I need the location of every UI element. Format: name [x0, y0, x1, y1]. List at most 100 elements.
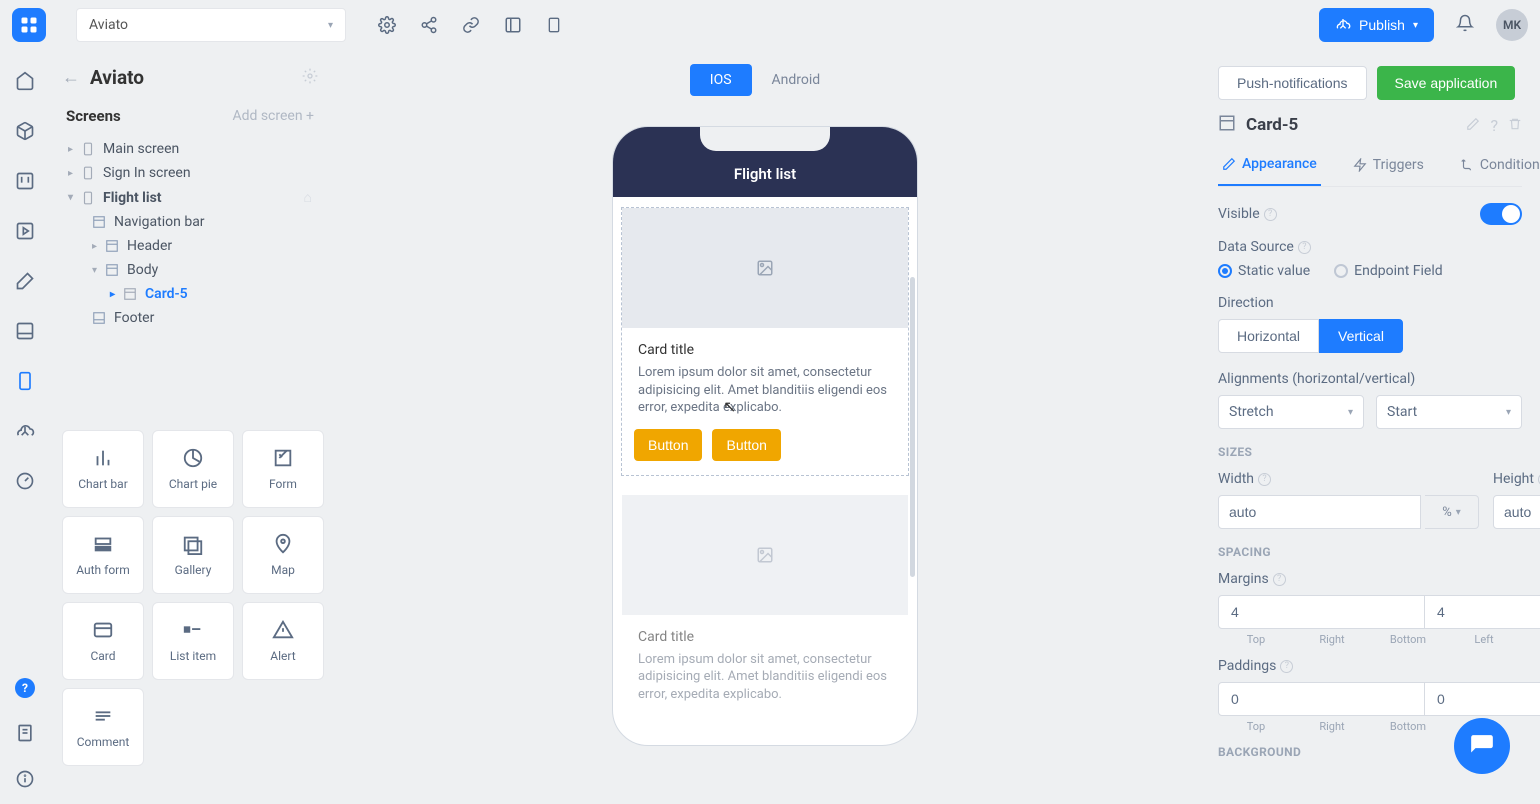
hint-icon[interactable]: ?: [1258, 473, 1271, 486]
alignment-horizontal-select[interactable]: Stretch▾: [1218, 395, 1364, 429]
project-title: Aviato: [90, 66, 144, 89]
home-icon[interactable]: [14, 70, 36, 92]
padding-top-input[interactable]: [1218, 682, 1425, 716]
padding-right-input[interactable]: [1425, 682, 1540, 716]
help-button[interactable]: ?: [15, 678, 35, 698]
scrollbar[interactable]: [910, 277, 915, 577]
docs-icon[interactable]: [14, 722, 36, 744]
chevron-down-icon: ▾: [328, 20, 333, 31]
palette-comment[interactable]: Comment: [62, 688, 144, 766]
cursor-icon: ↖: [723, 397, 736, 416]
chat-fab[interactable]: [1454, 718, 1510, 774]
palette-auth-form[interactable]: Auth form: [62, 516, 144, 594]
phone-preview: Flight list Card title Lorem ipsum dolor…: [612, 126, 918, 746]
tree-item-signin[interactable]: ▸Sign In screen: [62, 161, 318, 185]
alignments-label: Alignments (horizontal/vertical): [1218, 371, 1415, 387]
settings-icon[interactable]: [378, 16, 396, 34]
layout-icon[interactable]: [504, 16, 522, 34]
spacing-section-title: SPACING: [1218, 545, 1522, 559]
palette-map[interactable]: Map: [242, 516, 324, 594]
preview-card-selected[interactable]: Card title Lorem ipsum dolor sit amet, c…: [621, 207, 909, 476]
package-icon[interactable]: [14, 120, 36, 142]
tab-conditions[interactable]: Conditions: [1456, 148, 1540, 186]
edit-icon[interactable]: [1466, 116, 1480, 135]
play-icon[interactable]: [14, 220, 36, 242]
direction-horizontal[interactable]: Horizontal: [1218, 319, 1319, 353]
card-button-1[interactable]: Button: [634, 429, 702, 461]
height-input[interactable]: [1493, 495, 1540, 529]
hint-icon[interactable]: ?: [1273, 573, 1286, 586]
hint-icon[interactable]: ?: [1280, 660, 1293, 673]
visible-label: Visible: [1218, 206, 1260, 222]
mobile-icon[interactable]: [546, 16, 562, 34]
topbar: Aviato ▾ Publish ▾ MK: [0, 0, 1540, 50]
hint-icon[interactable]: ?: [1298, 241, 1311, 254]
card-description: Lorem ipsum dolor sit amet, consectetur …: [638, 651, 892, 704]
card-title: Card title: [638, 629, 892, 645]
app-logo[interactable]: [12, 8, 46, 42]
board-icon[interactable]: [14, 170, 36, 192]
tree-item-flight-list[interactable]: ▾Flight list⌂: [62, 185, 318, 210]
tree-item-card5[interactable]: ▸Card-5: [62, 282, 318, 306]
radio-endpoint-field[interactable]: Endpoint Field: [1334, 263, 1442, 279]
add-screen-button[interactable]: Add screen +: [232, 108, 314, 124]
card-button-2[interactable]: Button: [712, 429, 780, 461]
panel-icon[interactable]: [14, 320, 36, 342]
user-avatar[interactable]: MK: [1496, 9, 1528, 41]
publish-label: Publish: [1359, 17, 1405, 33]
sizes-section-title: SIZES: [1218, 445, 1522, 459]
phone-notch: [700, 127, 830, 151]
help-icon[interactable]: ?: [1490, 116, 1498, 135]
palette-card[interactable]: Card: [62, 602, 144, 680]
paddings-label: Paddings: [1218, 658, 1276, 674]
selected-element-name: Card-5: [1246, 115, 1298, 135]
tree-item-footer[interactable]: Footer: [62, 306, 318, 330]
project-selector[interactable]: Aviato ▾: [76, 8, 346, 42]
visible-toggle[interactable]: [1480, 203, 1522, 225]
cloud-icon[interactable]: [14, 420, 36, 442]
tab-triggers[interactable]: Triggers: [1349, 148, 1428, 186]
tab-android[interactable]: Android: [752, 64, 841, 96]
screens-heading: Screens: [66, 107, 121, 125]
tree-item-header[interactable]: ▸Header: [62, 234, 318, 258]
palette-alert[interactable]: Alert: [242, 602, 324, 680]
toolbar-icons: [378, 16, 562, 34]
margin-right-input[interactable]: [1425, 595, 1540, 629]
delete-icon[interactable]: [1508, 116, 1522, 135]
alignment-vertical-select[interactable]: Start▾: [1376, 395, 1522, 429]
tree-item-navbar[interactable]: Navigation bar: [62, 210, 318, 234]
hint-icon[interactable]: ?: [1264, 208, 1277, 221]
notifications-icon[interactable]: [1456, 14, 1474, 36]
direction-vertical[interactable]: Vertical: [1319, 319, 1403, 353]
image-placeholder-icon: [622, 208, 908, 328]
palette-chart-bar[interactable]: Chart bar: [62, 430, 144, 508]
palette-gallery[interactable]: Gallery: [152, 516, 234, 594]
preview-card-2[interactable]: Card title Lorem ipsum dolor sit amet, c…: [621, 494, 909, 717]
mobile-designer-icon[interactable]: [14, 370, 36, 392]
brush-icon[interactable]: [14, 270, 36, 292]
tree-item-main-screen[interactable]: ▸Main screen: [62, 137, 318, 161]
palette-chart-pie[interactable]: Chart pie: [152, 430, 234, 508]
radio-static-value[interactable]: Static value: [1218, 263, 1310, 279]
gear-icon[interactable]: [302, 68, 318, 88]
right-panel: Push-notifications Save application Card…: [1200, 50, 1540, 804]
palette-form[interactable]: Form: [242, 430, 324, 508]
publish-button[interactable]: Publish ▾: [1319, 8, 1434, 42]
link-icon[interactable]: [462, 16, 480, 34]
push-notifications-button[interactable]: Push-notifications: [1218, 66, 1367, 100]
left-rail: ?: [0, 50, 50, 804]
margin-top-input[interactable]: [1218, 595, 1425, 629]
tab-appearance[interactable]: Appearance: [1218, 148, 1321, 186]
save-application-button[interactable]: Save application: [1377, 66, 1516, 100]
gauge-icon[interactable]: [14, 470, 36, 492]
share-icon[interactable]: [420, 16, 438, 34]
back-arrow-icon[interactable]: ←: [62, 67, 80, 88]
tab-ios[interactable]: IOS: [690, 64, 752, 96]
tree-item-body[interactable]: ▾Body: [62, 258, 318, 282]
width-unit-select[interactable]: %▾: [1425, 495, 1479, 529]
palette-list-item[interactable]: List item: [152, 602, 234, 680]
width-input[interactable]: [1218, 495, 1421, 529]
datasource-label: Data Source: [1218, 239, 1294, 255]
info-icon[interactable]: [14, 768, 36, 790]
height-label: Height: [1493, 471, 1534, 487]
